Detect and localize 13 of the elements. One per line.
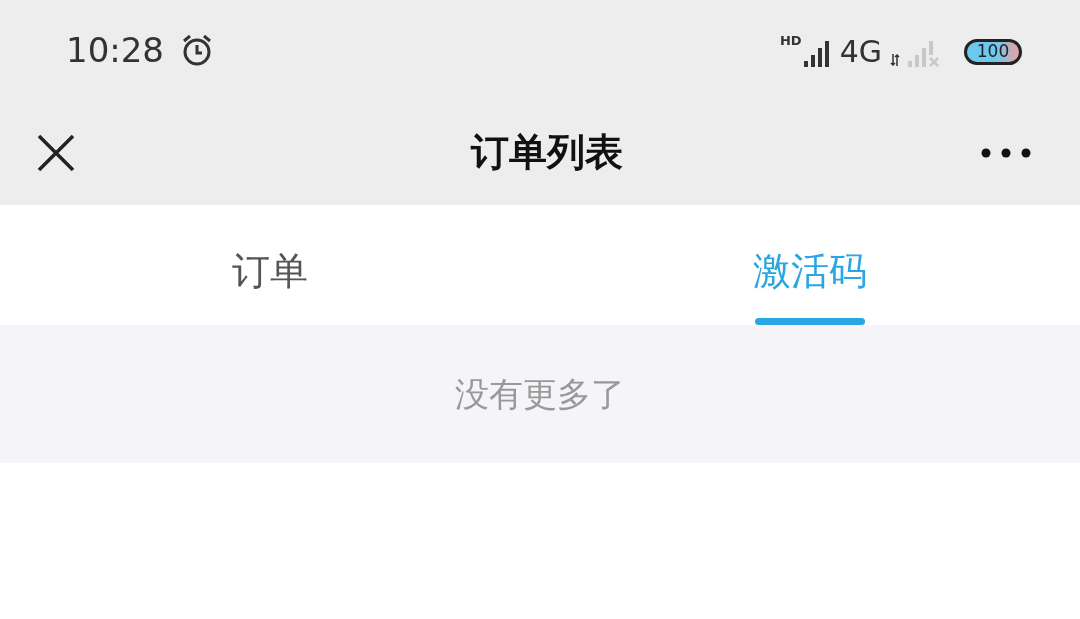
- list-end-message: 没有更多了: [455, 372, 625, 416]
- more-icon: [981, 147, 1031, 158]
- close-icon: [37, 133, 75, 172]
- battery-level: 100: [976, 43, 1010, 60]
- page-title: 订单列表: [471, 129, 623, 176]
- network-label: 4G: [839, 36, 882, 67]
- signal-icon: [803, 38, 832, 67]
- close-button[interactable]: [36, 132, 76, 173]
- tab[interactable]: 订单: [232, 252, 308, 290]
- hd-label: HD: [780, 33, 802, 47]
- clock-time: 10:28: [66, 28, 164, 72]
- data-arrows-icon: [890, 52, 900, 67]
- alarm-icon: [180, 33, 214, 67]
